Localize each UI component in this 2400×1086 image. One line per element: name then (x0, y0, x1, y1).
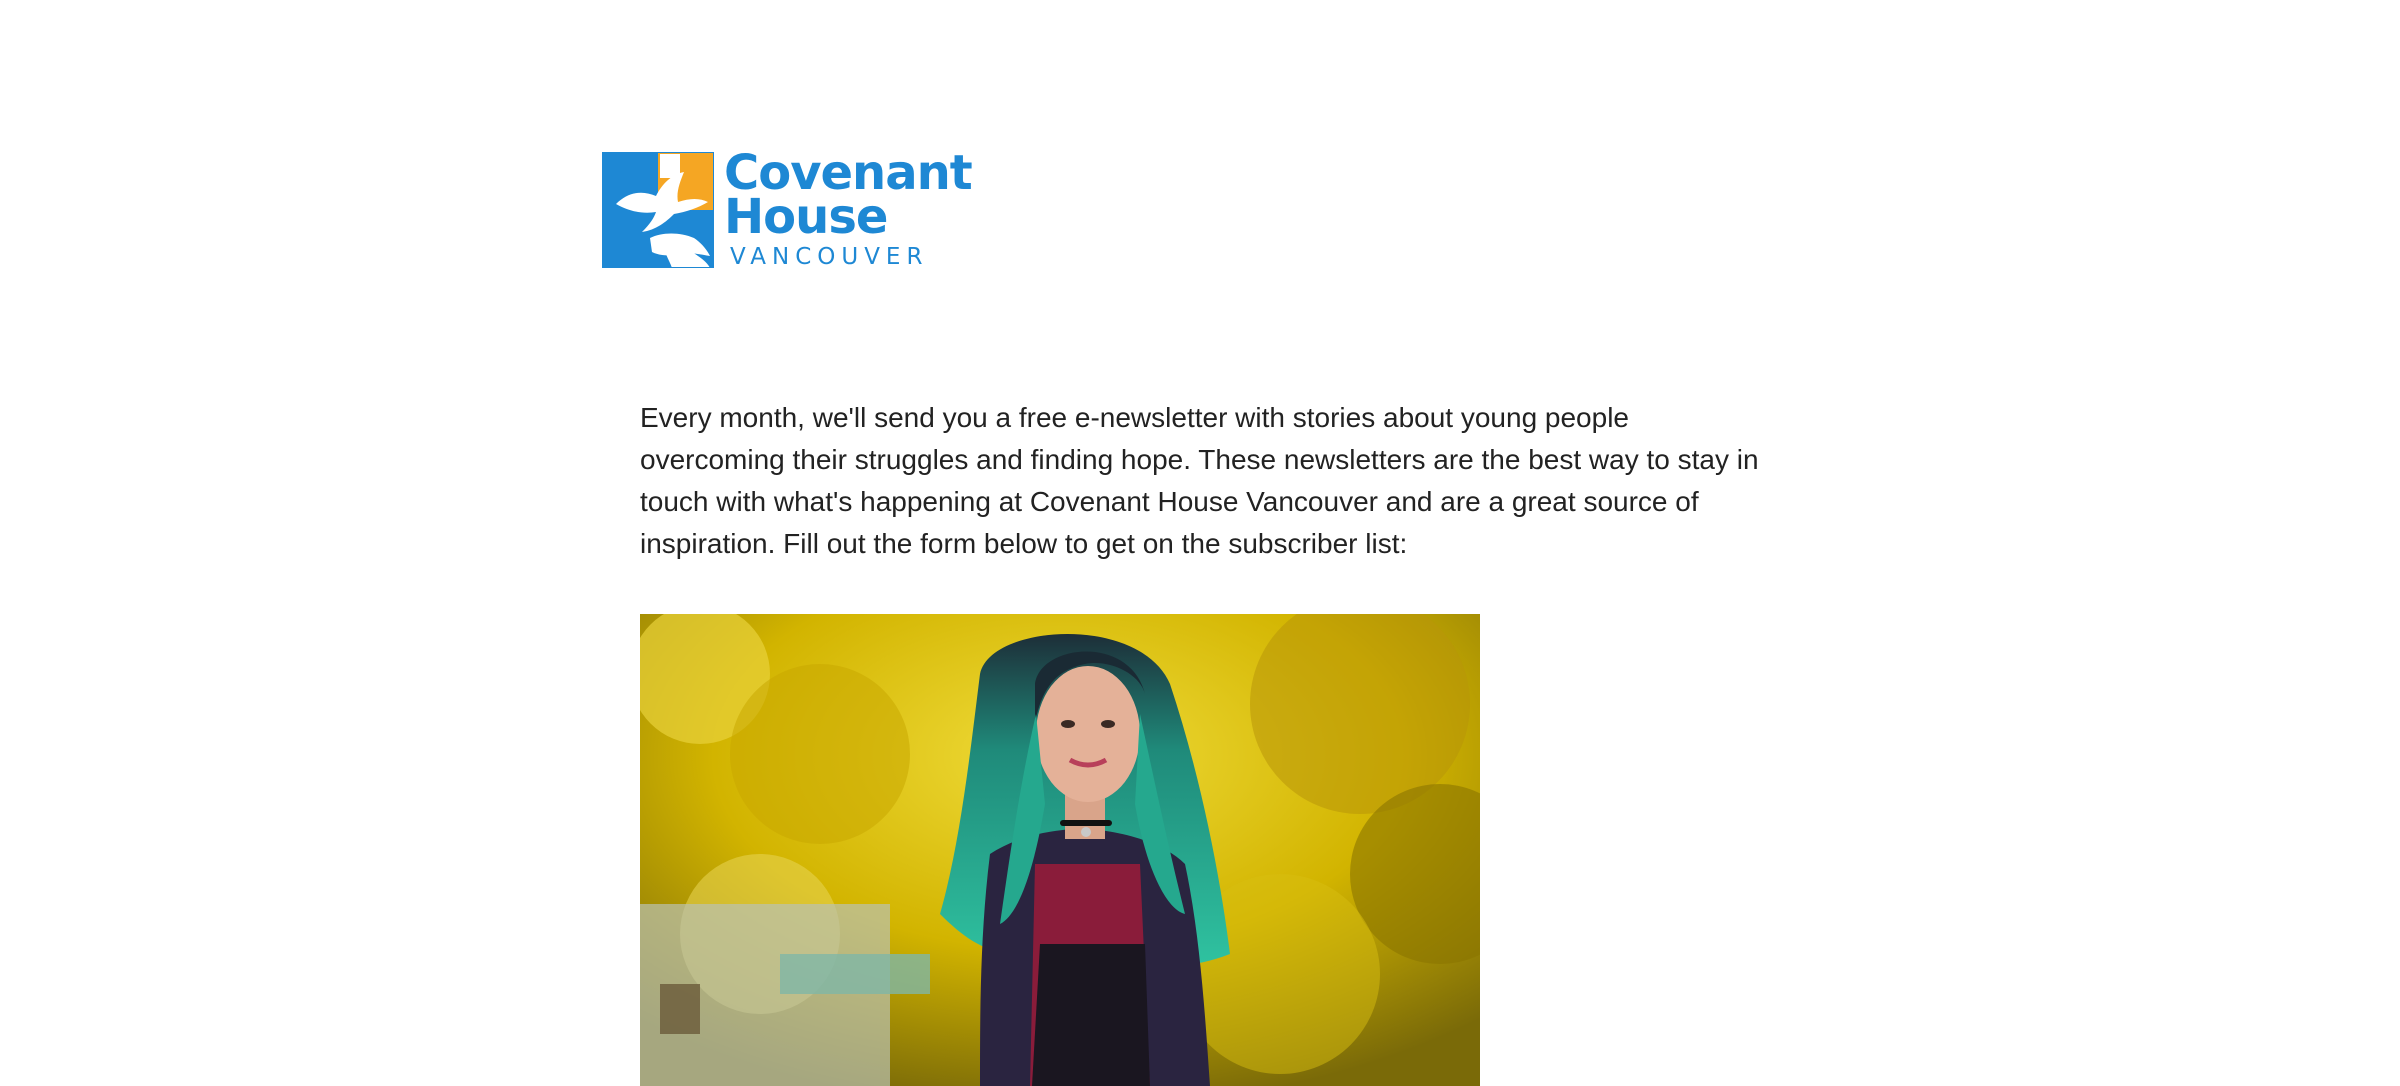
logo-wordmark-line3: VANCOUVER (730, 244, 929, 270)
covenant-house-logo[interactable]: Covenant House VANCOUVER (602, 148, 973, 270)
logo-wordmark: Covenant House VANCOUVER (724, 148, 973, 270)
newsletter-intro-text: Every month, we'll send you a free e-new… (640, 402, 1759, 559)
logo-wordmark-line2: House (724, 189, 888, 245)
hero-image (640, 614, 1480, 1086)
hero-photo (640, 614, 1480, 1086)
dove-hands-logo-icon (602, 152, 714, 268)
